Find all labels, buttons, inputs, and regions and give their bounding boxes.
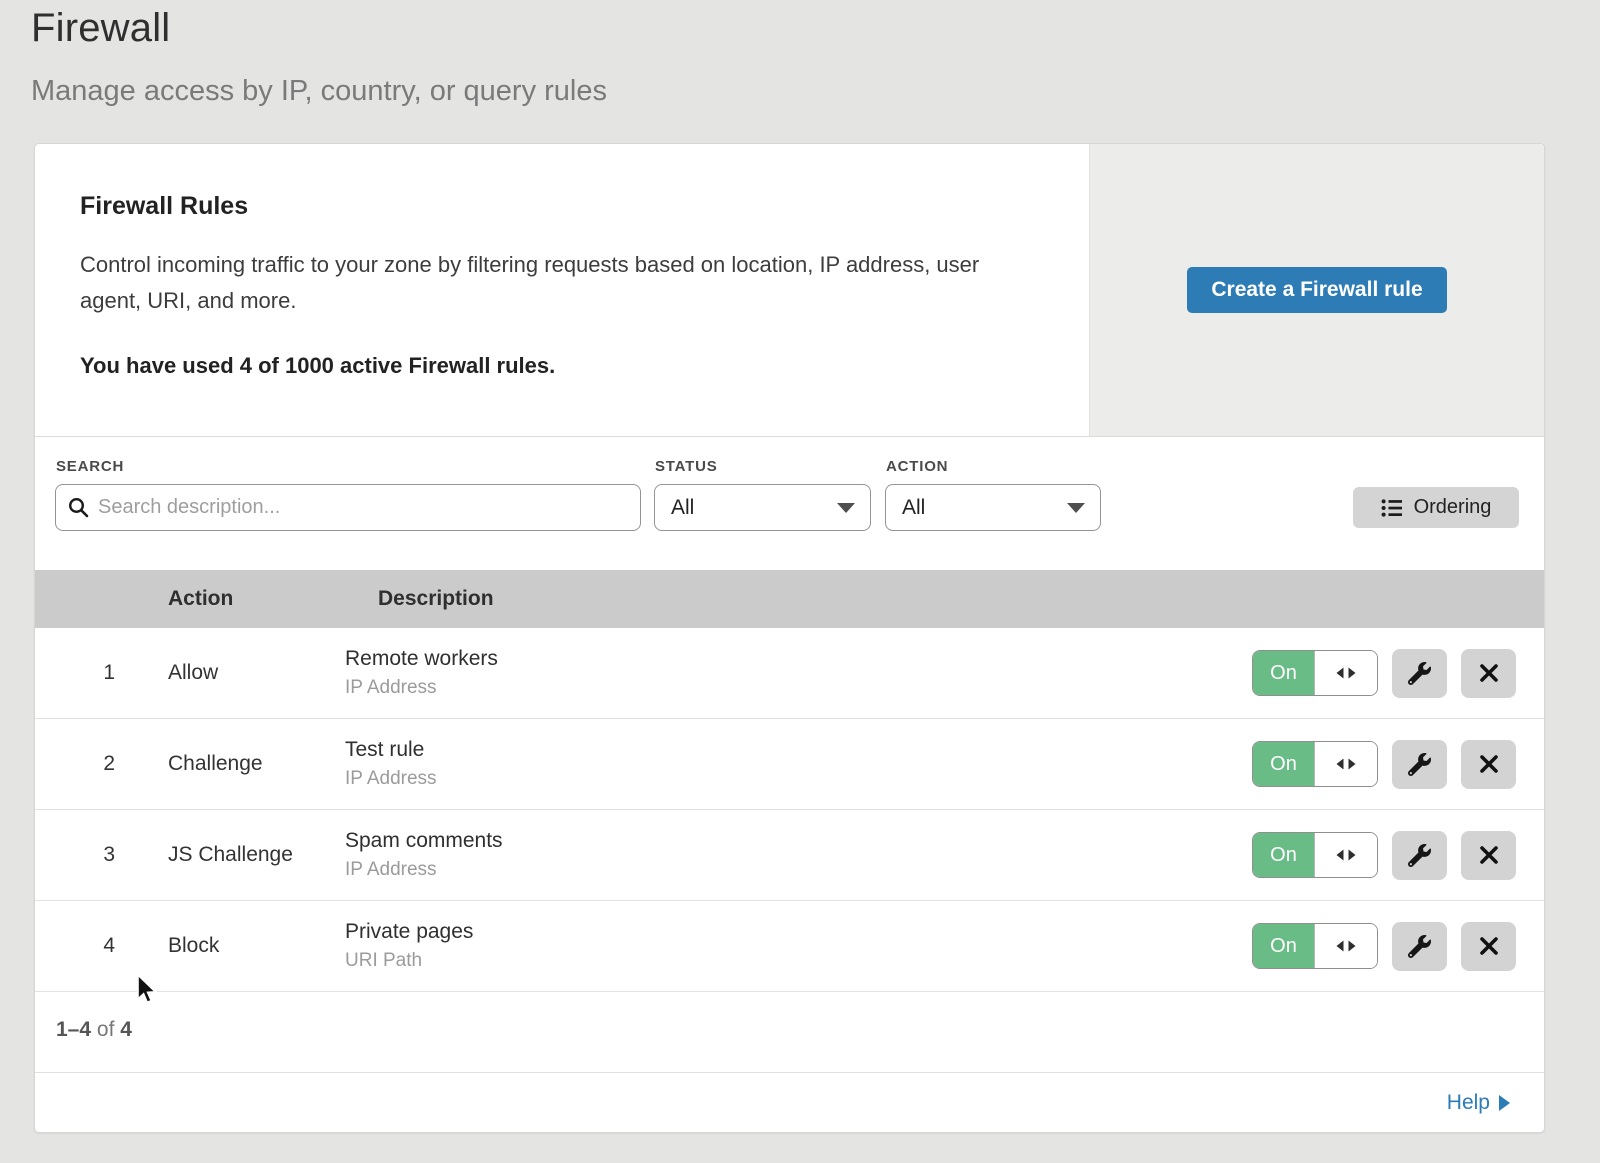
table-header: Action Description (35, 570, 1544, 628)
toggle-arrows-icon (1334, 938, 1358, 954)
toggle-on-label: On (1253, 651, 1314, 695)
help-arrow-icon (1499, 1095, 1510, 1111)
close-icon (1478, 844, 1500, 866)
rule-priority: 2 (35, 752, 135, 776)
rule-enabled-toggle[interactable]: On (1252, 741, 1378, 787)
rule-description: Test rule (345, 738, 1252, 762)
table-row: 4 Block Private pages URI Path On (35, 901, 1544, 992)
wrench-icon (1408, 662, 1431, 685)
rule-match-type: URI Path (345, 950, 1252, 972)
page-title: Firewall (31, 6, 607, 51)
rule-action: Allow (168, 661, 345, 685)
rule-match-type: IP Address (345, 677, 1252, 699)
rule-match-type: IP Address (345, 859, 1252, 881)
table-row: 1 Allow Remote workers IP Address On (35, 628, 1544, 719)
create-rule-panel: Create a Firewall rule (1089, 144, 1544, 436)
action-selected-value: All (902, 496, 925, 520)
rule-enabled-toggle[interactable]: On (1252, 923, 1378, 969)
caret-down-icon (837, 503, 855, 513)
rule-priority: 4 (35, 934, 135, 958)
rule-description-cell: Spam comments IP Address (345, 829, 1252, 881)
help-link-label: Help (1447, 1091, 1490, 1115)
edit-rule-button[interactable] (1392, 740, 1447, 789)
ordering-icon (1381, 498, 1403, 518)
wrench-icon (1408, 844, 1431, 867)
wrench-icon (1408, 753, 1431, 776)
rules-usage-summary: You have used 4 of 1000 active Firewall … (80, 353, 1029, 379)
delete-rule-button[interactable] (1461, 922, 1516, 971)
search-label: SEARCH (56, 458, 124, 475)
delete-rule-button[interactable] (1461, 649, 1516, 698)
edit-rule-button[interactable] (1392, 831, 1447, 880)
wrench-icon (1408, 935, 1431, 958)
rule-priority: 3 (35, 843, 135, 867)
table-row: 3 JS Challenge Spam comments IP Address … (35, 810, 1544, 901)
firewall-rules-card: Firewall Rules Control incoming traffic … (34, 143, 1545, 1133)
toggle-knob (1314, 924, 1377, 968)
toggle-on-label: On (1253, 742, 1314, 786)
rule-enabled-toggle[interactable]: On (1252, 832, 1378, 878)
rule-priority: 1 (35, 661, 135, 685)
page-subtitle: Manage access by IP, country, or query r… (31, 75, 607, 108)
filters-bar: SEARCH STATUS ACTION All All (35, 437, 1544, 570)
rule-description: Private pages (345, 920, 1252, 944)
rule-enabled-toggle[interactable]: On (1252, 650, 1378, 696)
delete-rule-button[interactable] (1461, 831, 1516, 880)
toggle-on-label: On (1253, 833, 1314, 877)
rule-controls: On (1252, 922, 1516, 971)
rule-description: Remote workers (345, 647, 1252, 671)
toggle-knob (1314, 833, 1377, 877)
rule-action: Challenge (168, 752, 345, 776)
status-label: STATUS (655, 458, 718, 475)
toggle-arrows-icon (1334, 665, 1358, 681)
rule-controls: On (1252, 831, 1516, 880)
page-header: Firewall Manage access by IP, country, o… (31, 6, 607, 108)
card-description: Control incoming traffic to your zone by… (80, 247, 1029, 319)
rule-action: Block (168, 934, 345, 958)
edit-rule-button[interactable] (1392, 649, 1447, 698)
status-selected-value: All (671, 496, 694, 520)
column-header-action: Action (168, 587, 345, 611)
rule-description-cell: Test rule IP Address (345, 738, 1252, 790)
toggle-on-label: On (1253, 924, 1314, 968)
rule-match-type: IP Address (345, 768, 1252, 790)
rule-description-cell: Remote workers IP Address (345, 647, 1252, 699)
toggle-knob (1314, 742, 1377, 786)
toggle-arrows-icon (1334, 756, 1358, 772)
rule-description-cell: Private pages URI Path (345, 920, 1252, 972)
rule-controls: On (1252, 740, 1516, 789)
action-select[interactable]: All (885, 484, 1101, 531)
status-select[interactable]: All (654, 484, 871, 531)
toggle-arrows-icon (1334, 847, 1358, 863)
search-field-wrap (55, 484, 641, 531)
card-footer: Help (35, 1072, 1544, 1132)
edit-rule-button[interactable] (1392, 922, 1447, 971)
pagination-range: 1–4 (56, 1018, 91, 1041)
rule-action: JS Challenge (168, 843, 345, 867)
close-icon (1478, 753, 1500, 775)
rule-description: Spam comments (345, 829, 1252, 853)
help-link[interactable]: Help (1447, 1091, 1510, 1115)
pagination: 1–4 of 4 (35, 992, 1544, 1072)
search-input[interactable] (55, 484, 641, 531)
table-row: 2 Challenge Test rule IP Address On (35, 719, 1544, 810)
create-firewall-rule-button[interactable]: Create a Firewall rule (1187, 267, 1446, 313)
close-icon (1478, 662, 1500, 684)
ordering-button[interactable]: Ordering (1353, 487, 1519, 528)
delete-rule-button[interactable] (1461, 740, 1516, 789)
caret-down-icon (1067, 503, 1085, 513)
pagination-total: 4 (120, 1018, 132, 1041)
card-heading: Firewall Rules (80, 192, 1029, 221)
ordering-button-label: Ordering (1414, 496, 1492, 519)
card-intro-text: Firewall Rules Control incoming traffic … (35, 144, 1089, 436)
pagination-of: of (97, 1018, 115, 1041)
card-intro-section: Firewall Rules Control incoming traffic … (35, 144, 1544, 437)
action-label: ACTION (886, 458, 948, 475)
rule-controls: On (1252, 649, 1516, 698)
column-header-description: Description (378, 587, 1544, 611)
close-icon (1478, 935, 1500, 957)
toggle-knob (1314, 651, 1377, 695)
